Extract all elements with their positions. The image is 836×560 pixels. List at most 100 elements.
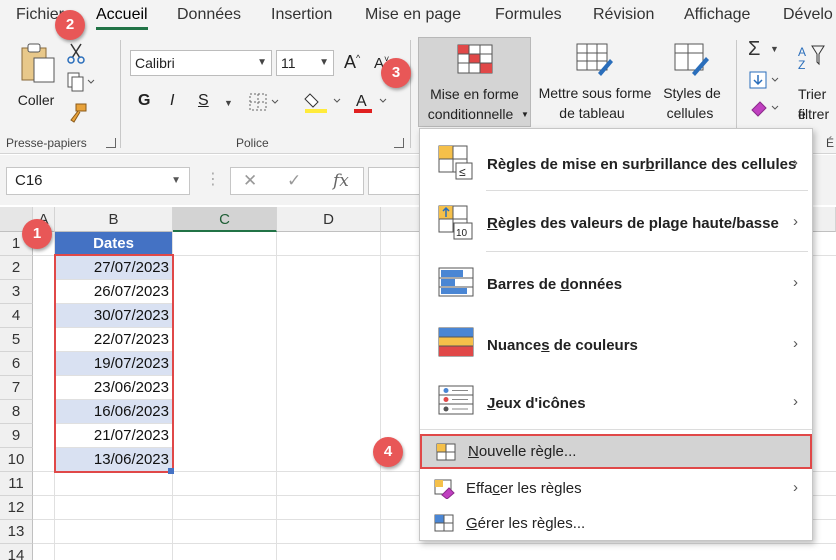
fill-color-icon[interactable] bbox=[304, 90, 344, 114]
menu-separator bbox=[486, 190, 808, 191]
table-style-icon bbox=[576, 43, 613, 76]
manage-rules-icon bbox=[434, 514, 454, 532]
fill-down-icon[interactable] bbox=[748, 70, 788, 90]
font-size-select[interactable]: 11 ▼ bbox=[276, 50, 334, 76]
chevron-right-icon: › bbox=[793, 154, 798, 171]
tab-insertion[interactable]: Insertion bbox=[271, 6, 332, 24]
name-box-value: C16 bbox=[15, 172, 43, 189]
format-as-table-button[interactable]: Mettre sous forme de tableau bbox=[533, 37, 657, 127]
row-header[interactable]: 4 bbox=[0, 304, 33, 328]
menu-label-clear-rules: Effacer les règles bbox=[466, 480, 582, 497]
clear-icon[interactable] bbox=[748, 98, 788, 118]
table-label-line1: Mettre sous forme bbox=[538, 85, 652, 101]
underline-button[interactable]: S bbox=[198, 92, 209, 110]
font-color-icon[interactable]: A bbox=[352, 90, 392, 114]
menu-label-new-rule: Nouvelle règle... bbox=[468, 443, 577, 460]
cf-label-line1: Mise en forme bbox=[430, 86, 519, 102]
row-header[interactable]: 13 bbox=[0, 520, 33, 544]
row-header[interactable]: 8 bbox=[0, 400, 33, 424]
menu-item-new-rule[interactable]: Nouvelle règle... bbox=[420, 434, 812, 469]
column-header-c[interactable]: C bbox=[173, 207, 277, 232]
chevron-right-icon: › bbox=[793, 393, 798, 410]
row-header[interactable]: 10 bbox=[0, 448, 33, 472]
font-launcher-icon[interactable] bbox=[394, 138, 404, 148]
paste-button[interactable]: Coller bbox=[10, 40, 62, 112]
column-header-b[interactable]: B bbox=[55, 207, 173, 232]
italic-button[interactable]: I bbox=[170, 92, 174, 110]
formula-buttons: ✕ ✓ fx bbox=[230, 167, 364, 195]
row-header[interactable]: 6 bbox=[0, 352, 33, 376]
header-cell-dates[interactable]: Dates bbox=[55, 232, 173, 256]
group-label-editing: É bbox=[826, 136, 835, 150]
new-rule-icon bbox=[436, 443, 456, 461]
top-bottom-rules-icon: 10 bbox=[438, 205, 473, 240]
tab-affichage[interactable]: Affichage bbox=[684, 6, 750, 24]
styles-label-line1: Styles de bbox=[663, 85, 721, 101]
row-header[interactable]: 14 bbox=[0, 544, 33, 560]
column-header-d[interactable]: D bbox=[277, 207, 381, 232]
tab-accueil[interactable]: Accueil bbox=[96, 6, 148, 30]
name-box[interactable]: C16 ▼ bbox=[6, 167, 190, 195]
conditional-formatting-button[interactable]: Mise en forme conditionnelle ▼ bbox=[418, 37, 531, 127]
row-header[interactable]: 3 bbox=[0, 280, 33, 304]
enter-icon[interactable]: ✓ bbox=[287, 171, 301, 191]
conditional-formatting-menu: ≤ Règles de mise en surbrillance des cel… bbox=[419, 128, 813, 541]
chevron-down-icon: ▼ bbox=[171, 175, 181, 186]
font-name-select[interactable]: Calibri ▼ bbox=[130, 50, 272, 76]
chevron-down-icon: ▼ bbox=[257, 57, 267, 68]
menu-item-clear-rules[interactable]: Effacer les règles › bbox=[420, 471, 812, 506]
gridline bbox=[380, 232, 381, 560]
data-bars-icon bbox=[438, 267, 474, 297]
menu-label-highlight-rules: Règles de mise en surbrillance des cellu… bbox=[487, 156, 797, 173]
menu-item-highlight-rules[interactable]: ≤ Règles de mise en surbrillance des cel… bbox=[420, 137, 812, 193]
increase-font-icon[interactable]: A^ bbox=[344, 52, 360, 73]
insert-function-icon[interactable]: fx bbox=[333, 171, 349, 191]
chevron-down-icon: ▼ bbox=[319, 57, 329, 68]
row-header[interactable]: 9 bbox=[0, 424, 33, 448]
row-header[interactable]: 5 bbox=[0, 328, 33, 352]
sort-filter-icon[interactable]: A Z bbox=[798, 42, 828, 70]
row-header[interactable]: 12 bbox=[0, 496, 33, 520]
format-painter-icon[interactable] bbox=[66, 102, 88, 124]
row-header[interactable]: 7 bbox=[0, 376, 33, 400]
sort-label-line2: filtrer bbox=[798, 106, 830, 122]
fill-handle[interactable] bbox=[168, 468, 174, 474]
chevron-right-icon: › bbox=[793, 479, 798, 496]
chevron-down-icon[interactable]: ▼ bbox=[770, 44, 779, 54]
menu-item-color-scales[interactable]: Nuances de couleurs › bbox=[420, 315, 812, 373]
menu-label-icon-sets: Jeux d'icônes bbox=[487, 395, 586, 412]
menu-separator bbox=[486, 251, 808, 252]
cancel-icon[interactable]: ✕ bbox=[243, 171, 257, 191]
highlight-rules-icon: ≤ bbox=[438, 145, 473, 180]
tab-donnees[interactable]: Données bbox=[177, 6, 241, 24]
paste-icon bbox=[21, 43, 55, 83]
tab-revision[interactable]: Révision bbox=[593, 6, 654, 24]
tab-mise-en-page[interactable]: Mise en page bbox=[365, 6, 461, 24]
row-header[interactable]: 11 bbox=[0, 472, 33, 496]
cut-icon[interactable] bbox=[66, 42, 86, 64]
drag-handle-icon[interactable]: ⋮ bbox=[205, 169, 221, 189]
menu-item-manage-rules[interactable]: Gérer les règles... bbox=[420, 506, 812, 541]
chevron-down-icon[interactable]: ▼ bbox=[224, 98, 233, 108]
menu-item-data-bars[interactable]: Barres de données › bbox=[420, 255, 812, 315]
copy-icon[interactable] bbox=[66, 72, 96, 92]
menu-item-icon-sets[interactable]: Jeux d'icônes › bbox=[420, 373, 812, 433]
menu-separator bbox=[420, 429, 812, 430]
chevron-right-icon: › bbox=[793, 213, 798, 230]
tab-developpeur[interactable]: Dévelo bbox=[783, 6, 833, 24]
cell-styles-icon bbox=[674, 43, 709, 76]
separator bbox=[120, 40, 121, 148]
separator bbox=[410, 40, 411, 148]
clipboard-launcher-icon[interactable] bbox=[106, 138, 116, 148]
tab-formules[interactable]: Formules bbox=[495, 6, 562, 24]
bold-button[interactable]: G bbox=[138, 92, 150, 110]
row-header[interactable]: 2 bbox=[0, 256, 33, 280]
step-callout-3: 3 bbox=[381, 58, 411, 88]
borders-icon[interactable] bbox=[248, 92, 282, 112]
chevron-right-icon: › bbox=[793, 335, 798, 352]
cell-styles-button[interactable]: Styles de cellules bbox=[658, 37, 726, 127]
menu-item-top-bottom-rules[interactable]: 10 Règles des valeurs de plage haute/bas… bbox=[420, 193, 812, 253]
paste-label: Coller bbox=[17, 92, 55, 108]
autosum-icon[interactable]: Σ bbox=[748, 38, 760, 61]
clear-rules-icon bbox=[434, 479, 455, 499]
